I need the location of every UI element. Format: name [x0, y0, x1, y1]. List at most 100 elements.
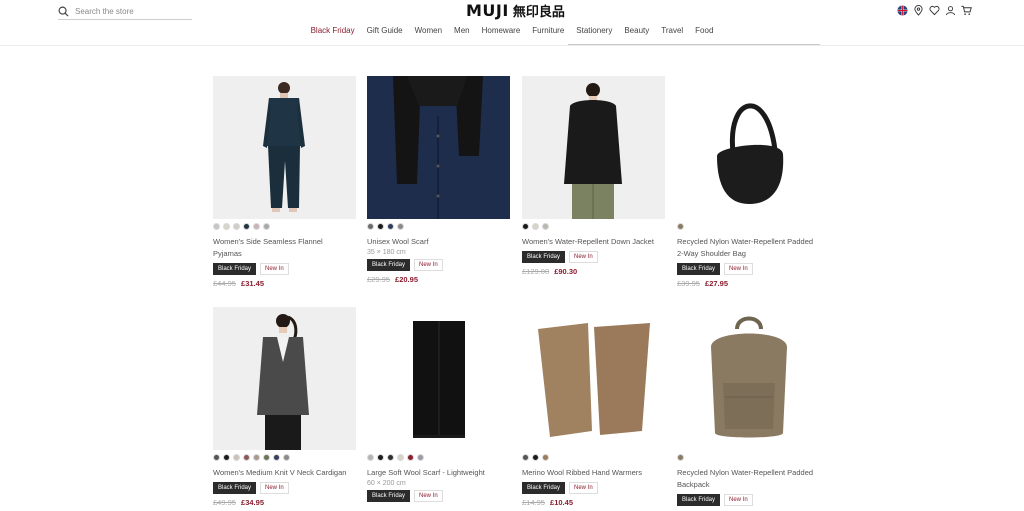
color-swatch[interactable] [273, 454, 280, 461]
color-swatch[interactable] [367, 223, 374, 230]
color-swatch[interactable] [397, 454, 404, 461]
color-swatch[interactable] [387, 223, 394, 230]
nav-men[interactable]: Men [448, 26, 476, 35]
product-image-hand-warmers[interactable] [522, 307, 665, 450]
logo-kanji: 無印良品 [512, 5, 565, 20]
product-image-backpack[interactable] [677, 307, 820, 450]
color-swatch[interactable] [243, 454, 250, 461]
location-pin-icon[interactable] [912, 4, 924, 16]
original-price: £29.95 [367, 275, 390, 284]
original-price: £44.95 [213, 279, 236, 288]
black-friday-badge: Black Friday [213, 482, 257, 494]
black-friday-badge: Black Friday [367, 490, 411, 502]
product-name[interactable]: Women's Water-Repellent Down Jacket [522, 236, 665, 248]
color-swatch[interactable] [542, 454, 549, 461]
flag-uk-icon[interactable] [896, 4, 908, 16]
heart-icon[interactable] [928, 4, 940, 16]
color-swatch[interactable] [377, 454, 384, 461]
black-friday-badge: Black Friday [677, 494, 721, 506]
color-swatch[interactable] [377, 223, 384, 230]
product-image-shoulder-bag[interactable] [677, 76, 820, 219]
product-size: 60 × 200 cm [367, 480, 406, 487]
color-swatch[interactable] [233, 223, 240, 230]
color-swatch[interactable] [233, 454, 240, 461]
product-image-cardigan[interactable] [213, 307, 356, 450]
product-badges: Black Friday New In [522, 251, 665, 263]
product-card[interactable]: Women's Side Seamless Flannel Pyjamas Bl… [213, 76, 356, 288]
product-card[interactable]: Large Soft Wool Scarf - Lightweight 60 ×… [367, 307, 510, 502]
color-swatch[interactable] [387, 454, 394, 461]
product-card[interactable]: Women's Medium Knit V Neck Cardigan Blac… [213, 307, 356, 507]
color-swatch[interactable] [243, 223, 250, 230]
product-name[interactable]: Unisex Wool Scarf [367, 236, 510, 248]
product-card[interactable]: Merino Wool Ribbed Hand Warmers Black Fr… [522, 307, 665, 507]
product-name-line1: Large Soft Wool Scarf - Lightweight [367, 468, 485, 477]
color-swatch[interactable] [532, 454, 539, 461]
original-price: £49.95 [213, 498, 236, 507]
nav-travel[interactable]: Travel [655, 26, 689, 35]
nav-food[interactable]: Food [689, 26, 719, 35]
color-swatch[interactable] [397, 223, 404, 230]
cart-icon[interactable] [960, 4, 972, 16]
color-swatch[interactable] [677, 223, 684, 230]
color-swatch[interactable] [253, 223, 260, 230]
color-swatch[interactable] [263, 223, 270, 230]
product-image-large-scarf[interactable] [367, 307, 510, 450]
sale-price: £90.30 [554, 267, 578, 276]
color-swatch[interactable] [532, 223, 539, 230]
sale-price: £20.95 [395, 275, 418, 284]
color-swatch[interactable] [213, 454, 220, 461]
product-name[interactable]: Large Soft Wool Scarf - Lightweight [367, 467, 510, 479]
color-swatches [677, 454, 820, 462]
product-image-pyjamas[interactable] [213, 76, 356, 219]
color-swatch[interactable] [542, 223, 549, 230]
product-name[interactable]: Recycled Nylon Water-Repellent Padded 2-… [677, 236, 820, 260]
product-name[interactable]: Women's Medium Knit V Neck Cardigan [213, 467, 356, 479]
color-swatch[interactable] [367, 454, 374, 461]
nav-women[interactable]: Women [409, 26, 448, 35]
color-swatch[interactable] [677, 454, 684, 461]
color-swatch[interactable] [223, 454, 230, 461]
product-card[interactable]: Recycled Nylon Water-Repellent Padded 2-… [677, 76, 820, 288]
product-name[interactable]: Women's Side Seamless Flannel Pyjamas [213, 236, 356, 260]
product-card[interactable]: Unisex Wool Scarf 35 × 180 cm Black Frid… [367, 76, 510, 284]
color-swatch[interactable] [283, 454, 290, 461]
color-swatches [367, 454, 510, 462]
logo-latin: MUJI [466, 1, 509, 20]
color-swatch[interactable] [213, 223, 220, 230]
color-swatch[interactable] [407, 454, 414, 461]
product-badges: Black Friday New In [677, 494, 820, 506]
product-name[interactable]: Recycled Nylon Water-Repellent Padded Ba… [677, 467, 820, 491]
product-price: £44.95 £31.45 [213, 279, 356, 288]
muji-logo[interactable]: MUJI 無印良品 [466, 1, 565, 20]
color-swatch[interactable] [253, 454, 260, 461]
search-input[interactable]: Search the store [58, 3, 192, 20]
product-price: £129.00 £90.30 [522, 267, 665, 276]
nav-beauty[interactable]: Beauty [618, 26, 655, 35]
header-icons [896, 4, 972, 16]
color-swatch[interactable] [263, 454, 270, 461]
nav-black-friday[interactable]: Black Friday [305, 26, 361, 35]
product-name[interactable]: Merino Wool Ribbed Hand Warmers [522, 467, 665, 479]
product-card[interactable]: Women's Water-Repellent Down Jacket Blac… [522, 76, 665, 276]
product-image-wool-scarf[interactable] [367, 76, 510, 219]
search-icon [58, 6, 69, 17]
product-image-down-jacket[interactable] [522, 76, 665, 219]
nav-gift-guide[interactable]: Gift Guide [361, 26, 409, 35]
nav-furniture[interactable]: Furniture [526, 26, 570, 35]
color-swatch[interactable] [417, 454, 424, 461]
new-in-badge: New In [414, 259, 443, 271]
product-name-line1: Recycled Nylon Water-Repellent Padded [677, 237, 814, 246]
product-name-line1: Unisex Wool Scarf [367, 237, 429, 246]
nav-homeware[interactable]: Homeware [476, 26, 527, 35]
color-swatch[interactable] [223, 223, 230, 230]
user-icon[interactable] [944, 4, 956, 16]
color-swatch[interactable] [522, 223, 529, 230]
color-swatch[interactable] [522, 454, 529, 461]
product-name-line1: Women's Medium Knit V Neck Cardigan [213, 468, 347, 477]
main-nav: Black Friday Gift Guide Women Men Homewa… [0, 26, 1024, 35]
product-card[interactable]: Recycled Nylon Water-Repellent Padded Ba… [677, 307, 820, 506]
nav-stationery[interactable]: Stationery [570, 26, 618, 35]
new-in-badge: New In [569, 482, 598, 494]
product-name-line1: Women's Side Seamless Flannel [213, 237, 323, 246]
